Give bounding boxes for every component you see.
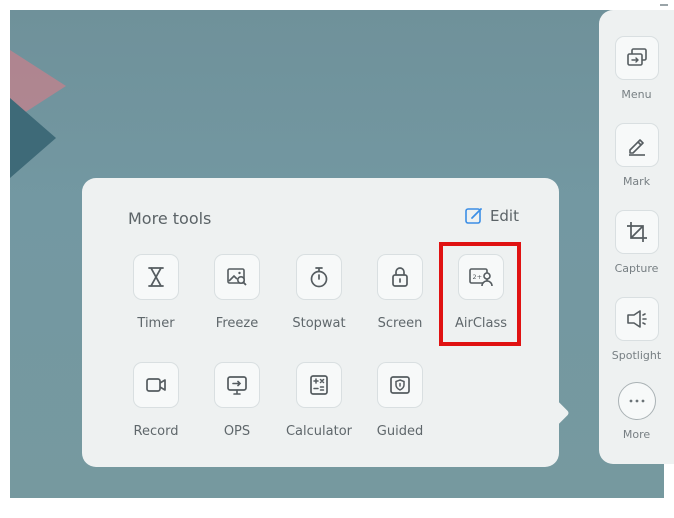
airclass-highlight-box <box>439 242 521 346</box>
monitor-icon <box>214 362 260 408</box>
right-toolbar: Menu Mark Capture Spotlight More <box>599 10 674 464</box>
tool-label: Timer <box>137 316 175 331</box>
crop-icon <box>614 210 659 254</box>
sidebar-label: More <box>622 428 651 441</box>
tool-record[interactable]: Record <box>116 362 196 439</box>
tool-calculator[interactable]: Calculator <box>279 362 359 439</box>
sidebar-label: Mark <box>622 175 651 188</box>
shield-icon <box>377 362 423 408</box>
calculator-icon <box>296 362 342 408</box>
sidebar-item-capture[interactable]: Capture <box>599 210 674 275</box>
sidebar-item-spotlight[interactable]: Spotlight <box>599 297 674 362</box>
edit-label: Edit <box>489 207 519 225</box>
tool-label: OPS <box>223 424 251 439</box>
tool-ops[interactable]: OPS <box>197 362 277 439</box>
sidebar-label: Menu <box>621 88 652 101</box>
edit-button[interactable]: Edit <box>464 206 519 226</box>
spotlight-icon <box>614 297 659 341</box>
pen-icon <box>614 123 659 167</box>
tool-label: Stopwat <box>292 316 346 331</box>
lock-icon <box>377 254 423 300</box>
freeze-image-icon <box>214 254 260 300</box>
more-icon <box>617 382 656 420</box>
sidebar-item-more[interactable]: More <box>599 382 674 441</box>
tool-label: Record <box>133 424 179 439</box>
windows-icon <box>614 36 659 80</box>
tool-label: Guided <box>376 424 424 439</box>
tool-stopwatch[interactable]: Stopwat <box>279 254 359 331</box>
tool-label: Calculator <box>285 424 352 439</box>
edit-icon <box>464 206 484 226</box>
sidebar-label: Spotlight <box>611 349 662 362</box>
tool-label: Screen <box>377 316 423 331</box>
tool-freeze[interactable]: Freeze <box>197 254 277 331</box>
sidebar-item-menu[interactable]: Menu <box>599 36 674 101</box>
hourglass-icon <box>133 254 179 300</box>
decorative-shape <box>10 98 56 178</box>
tool-label: Freeze <box>215 316 259 331</box>
video-camera-icon <box>133 362 179 408</box>
panel-title: More tools <box>128 209 212 228</box>
sidebar-item-mark[interactable]: Mark <box>599 123 674 188</box>
tool-timer[interactable]: Timer <box>116 254 196 331</box>
stopwatch-icon <box>296 254 342 300</box>
tool-screen-lock[interactable]: Screen <box>360 254 440 331</box>
sidebar-label: Capture <box>614 262 659 275</box>
tool-guided[interactable]: Guided <box>360 362 440 439</box>
